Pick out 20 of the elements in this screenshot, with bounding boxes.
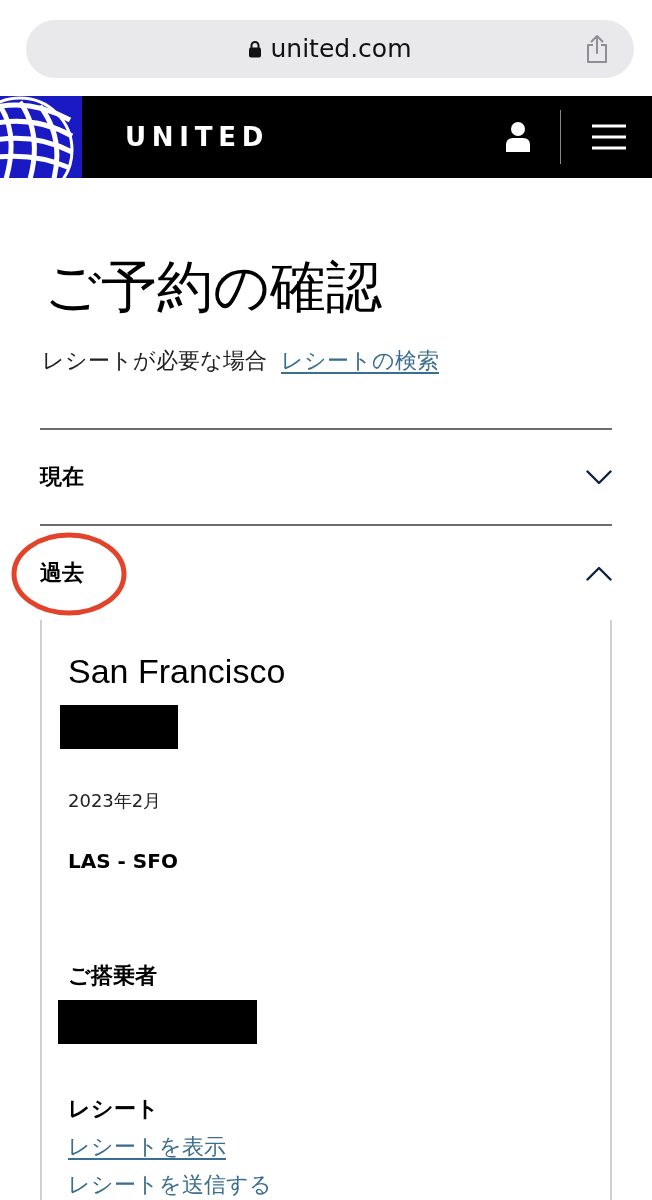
trip-date: 2023年2月	[68, 789, 163, 813]
destination-city: San Francisco	[68, 651, 287, 691]
globe-logo-icon[interactable]	[0, 96, 82, 178]
share-icon[interactable]	[585, 34, 609, 64]
user-icon[interactable]	[505, 121, 531, 153]
receipt-search-link[interactable]: レシートの検索	[281, 348, 439, 373]
brand-wordmark[interactable]: UNITED	[125, 122, 269, 152]
menu-icon[interactable]	[592, 124, 626, 150]
receipt-heading: レシート	[68, 1095, 160, 1123]
url-text: united.com	[270, 34, 412, 64]
address-bar[interactable]: united.com	[26, 20, 634, 78]
trip-route: LAS - SFO	[68, 848, 179, 875]
receipt-prompt: レシートが必要な場合 レシートの検索	[42, 347, 440, 375]
page-title: ご予約の確認	[44, 253, 383, 321]
chevron-up-icon	[586, 565, 612, 581]
lock-icon	[248, 40, 263, 58]
receipt-link[interactable]: レシートを送信する	[68, 1169, 272, 1200]
receipt-link[interactable]: レシートを表示	[68, 1131, 226, 1163]
chevron-down-icon	[586, 469, 612, 485]
passengers-heading: ご搭乗者	[68, 962, 158, 990]
